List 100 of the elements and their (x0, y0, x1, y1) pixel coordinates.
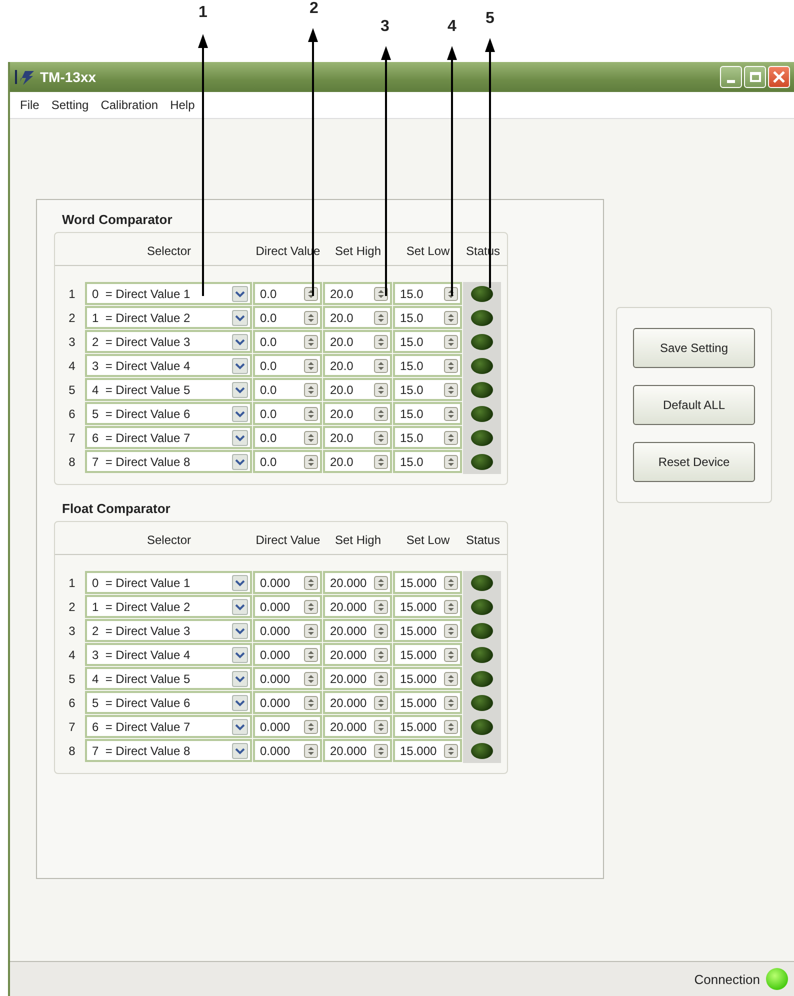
numeric-field[interactable]: 20.0 (323, 402, 392, 425)
numeric-field[interactable]: 15.0 (393, 450, 462, 473)
numeric-field[interactable]: 15.0 (393, 306, 462, 329)
callout-number: 3 (380, 18, 390, 36)
numeric-field[interactable]: 15.000 (393, 571, 462, 594)
spinner-icon (444, 624, 458, 638)
section-title: Word Comparator (61, 211, 174, 229)
spinner-icon (304, 576, 318, 590)
spinner-icon (304, 334, 318, 348)
numeric-field[interactable]: 15.000 (393, 619, 462, 642)
selector-dropdown[interactable]: 0 = Direct Value 1 (85, 282, 252, 305)
close-button[interactable] (768, 66, 790, 88)
selector-dropdown[interactable]: 3 = Direct Value 4 (85, 643, 252, 666)
numeric-field[interactable]: 0.0 (253, 426, 322, 449)
spinner-icon (304, 648, 318, 662)
numeric-field[interactable]: 15.0 (393, 402, 462, 425)
numeric-field[interactable]: 20.0 (323, 378, 392, 401)
numeric-field[interactable]: 20.0 (323, 330, 392, 353)
spinner-icon (374, 648, 388, 662)
selector-dropdown[interactable]: 1 = Direct Value 2 (85, 306, 252, 329)
numeric-field[interactable]: 15.000 (393, 715, 462, 738)
numeric-field[interactable]: 0.0 (253, 354, 322, 377)
row-number: 5 (68, 671, 76, 688)
minimize-button[interactable] (720, 66, 742, 88)
numeric-field[interactable]: 20.000 (323, 571, 392, 594)
spinner-icon (444, 286, 458, 300)
numeric-field[interactable]: 15.0 (393, 330, 462, 353)
numeric-field[interactable]: 0.0 (253, 450, 322, 473)
numeric-field[interactable]: 0.000 (253, 739, 322, 762)
selector-dropdown[interactable]: 5 = Direct Value 6 (85, 402, 252, 425)
numeric-field[interactable]: 15.0 (393, 426, 462, 449)
selector-dropdown[interactable]: 7 = Direct Value 8 (85, 739, 252, 762)
numeric-field[interactable]: 20.0 (323, 450, 392, 473)
menu-item[interactable]: File (20, 98, 40, 112)
selector-dropdown[interactable]: 7 = Direct Value 8 (85, 450, 252, 473)
action-button[interactable]: Save Setting (633, 328, 755, 368)
column-header: Status (464, 533, 502, 547)
numeric-field[interactable]: 15.000 (393, 595, 462, 618)
spinner-icon (304, 310, 318, 324)
caret-icon (232, 430, 248, 446)
maximize-button[interactable] (744, 66, 766, 88)
caret-icon (232, 598, 248, 614)
menu-item[interactable]: Setting (51, 98, 89, 112)
numeric-field[interactable]: 20.000 (323, 643, 392, 666)
numeric-field[interactable]: 0.0 (253, 378, 322, 401)
selector-dropdown[interactable]: 2 = Direct Value 3 (85, 330, 252, 353)
numeric-field[interactable]: 0.000 (253, 595, 322, 618)
row-number: 6 (68, 406, 76, 423)
numeric-field[interactable]: 20.000 (323, 691, 392, 714)
numeric-field[interactable]: 0.0 (253, 402, 322, 425)
callout-number: 1 (198, 4, 208, 22)
selector-dropdown[interactable]: 4 = Direct Value 5 (85, 378, 252, 401)
numeric-field[interactable]: 20.0 (323, 282, 392, 305)
caret-icon (232, 670, 248, 686)
spinner-icon (374, 430, 388, 444)
selector-dropdown[interactable]: 4 = Direct Value 5 (85, 667, 252, 690)
numeric-field[interactable]: 0.0 (253, 282, 322, 305)
numeric-field[interactable]: 15.0 (393, 354, 462, 377)
numeric-field[interactable]: 15.0 (393, 282, 462, 305)
numeric-field[interactable]: 20.0 (323, 426, 392, 449)
spinner-icon (304, 454, 318, 468)
numeric-field[interactable]: 20.000 (323, 715, 392, 738)
spinner-icon (304, 744, 318, 758)
numeric-field[interactable]: 15.0 (393, 378, 462, 401)
caret-icon (232, 742, 248, 758)
numeric-field[interactable]: 0.0 (253, 306, 322, 329)
numeric-field[interactable]: 20.0 (323, 306, 392, 329)
numeric-field[interactable]: 20.0 (323, 354, 392, 377)
numeric-field[interactable]: 20.000 (323, 595, 392, 618)
selector-dropdown[interactable]: 1 = Direct Value 2 (85, 595, 252, 618)
numeric-field[interactable]: 0.000 (253, 643, 322, 666)
numeric-field[interactable]: 0.000 (253, 715, 322, 738)
numeric-field[interactable]: 20.000 (323, 619, 392, 642)
numeric-field[interactable]: 15.000 (393, 691, 462, 714)
column-header: Selector (146, 244, 192, 258)
action-button[interactable]: Default ALL (633, 385, 755, 425)
numeric-field[interactable]: 0.000 (253, 619, 322, 642)
numeric-field[interactable]: 0.000 (253, 691, 322, 714)
numeric-field[interactable]: 20.000 (323, 739, 392, 762)
numeric-field[interactable]: 15.000 (393, 739, 462, 762)
action-button[interactable]: Reset Device (633, 442, 755, 482)
numeric-field[interactable]: 0.0 (253, 330, 322, 353)
spinner-icon (444, 600, 458, 614)
selector-dropdown[interactable]: 5 = Direct Value 6 (85, 691, 252, 714)
numeric-field[interactable]: 15.000 (393, 667, 462, 690)
menu-item[interactable]: Calibration (100, 98, 158, 112)
callout-number: 5 (484, 10, 496, 28)
spinner-icon (444, 648, 458, 662)
numeric-field[interactable]: 0.000 (253, 667, 322, 690)
selector-dropdown[interactable]: 6 = Direct Value 7 (85, 426, 252, 449)
selector-dropdown[interactable]: 6 = Direct Value 7 (85, 715, 252, 738)
caret-icon (232, 454, 248, 470)
menu-item[interactable]: Help (170, 98, 195, 112)
selector-dropdown[interactable]: 0 = Direct Value 1 (85, 571, 252, 594)
selector-dropdown[interactable]: 2 = Direct Value 3 (85, 619, 252, 642)
numeric-field[interactable]: 20.000 (323, 667, 392, 690)
numeric-field[interactable]: 0.000 (253, 571, 322, 594)
numeric-field[interactable]: 15.000 (393, 643, 462, 666)
column-header: Set Low (405, 533, 451, 547)
selector-dropdown[interactable]: 3 = Direct Value 4 (85, 354, 252, 377)
